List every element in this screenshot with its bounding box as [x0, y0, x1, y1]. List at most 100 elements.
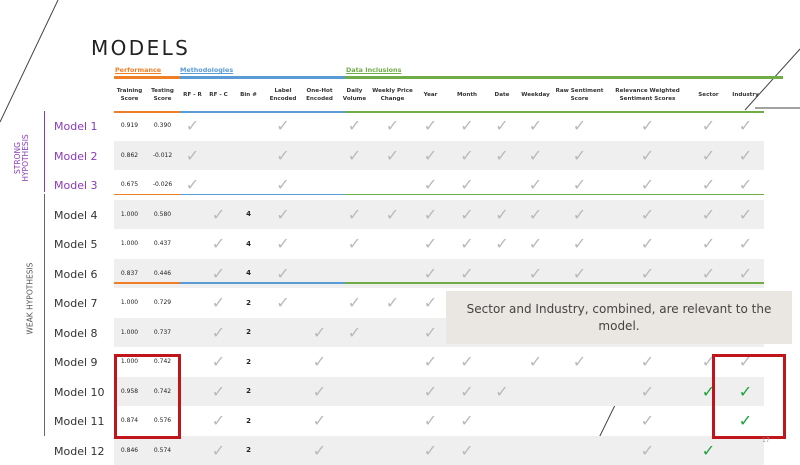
year-cell-check-icon: ✓ — [414, 318, 447, 348]
bin-cell: 2 — [232, 406, 265, 436]
one-hot-encoded-cell — [301, 259, 338, 289]
month-cell-check-icon: ✓ — [447, 229, 487, 259]
sector-cell-check-icon: ✓ — [690, 141, 727, 171]
daily-volume-cell-check-icon: ✓ — [338, 318, 371, 348]
bin-cell — [232, 170, 265, 200]
training-score-cell: 1.000 — [114, 229, 145, 259]
page-number: 17 — [762, 437, 770, 444]
raw-sentiment-cell — [554, 436, 605, 465]
rf-r-cell — [180, 200, 205, 230]
raw-sentiment-cell — [554, 377, 605, 407]
month-cell-check-icon: ✓ — [447, 406, 487, 436]
date-cell-check-icon: ✓ — [487, 200, 517, 230]
group-data-inclusions: Data Inclusions — [346, 66, 401, 74]
daily-volume-cell-check-icon: ✓ — [338, 288, 371, 318]
slide: MODELS Performance Methodologies Data In… — [0, 0, 800, 450]
model-label: Model 3 — [54, 179, 114, 192]
one-hot-encoded-cell-check-icon: ✓ — [301, 436, 338, 465]
slide-title: MODELS — [91, 36, 190, 60]
model-label: Model 12 — [54, 445, 114, 458]
one-hot-encoded-cell — [301, 200, 338, 230]
strong-hypothesis-text: STRONG HYPOTHESIS — [14, 128, 30, 188]
table-row: 0.8370.446✓4✓✓✓✓✓✓✓✓ — [114, 259, 764, 289]
daily-volume-cell-check-icon: ✓ — [338, 141, 371, 171]
column-header: Raw Sentiment Score — [554, 83, 605, 107]
year-cell-check-icon: ✓ — [414, 229, 447, 259]
label-encoded-cell-check-icon: ✓ — [265, 200, 301, 230]
label-encoded-cell-check-icon: ✓ — [265, 229, 301, 259]
rf-c-cell-check-icon: ✓ — [205, 229, 232, 259]
performance-divider — [114, 282, 180, 284]
daily-volume-cell — [338, 347, 371, 377]
bin-cell: 2 — [232, 347, 265, 377]
rf-r-cell — [180, 436, 205, 465]
weak-hypothesis-text: WEAK HYPOTHESIS — [26, 275, 35, 335]
column-header: RF - R — [180, 83, 205, 107]
column-header: Year — [414, 83, 447, 107]
raw-sentiment-cell-check-icon: ✓ — [554, 170, 605, 200]
rf-c-cell-check-icon: ✓ — [205, 318, 232, 348]
label-encoded-cell — [265, 406, 301, 436]
table-row: 0.8740.576✓2✓✓✓✓✓ — [114, 406, 764, 436]
weekly-price-change-cell — [371, 318, 414, 348]
year-cell-check-icon: ✓ — [414, 288, 447, 318]
label-encoded-cell — [265, 347, 301, 377]
daily-volume-cell — [338, 377, 371, 407]
rf-c-cell-check-icon: ✓ — [205, 436, 232, 465]
daily-volume-cell-check-icon: ✓ — [338, 111, 371, 141]
rf-c-cell — [205, 141, 232, 171]
column-header: Relevance Weighted Sentiment Scores — [605, 83, 690, 107]
date-cell — [487, 347, 517, 377]
daily-volume-cell — [338, 436, 371, 465]
data-inclusions-divider — [345, 194, 764, 196]
data-inclusions-divider — [345, 111, 764, 113]
rf-r-cell — [180, 229, 205, 259]
month-cell-check-icon: ✓ — [447, 111, 487, 141]
column-header: Bin # — [232, 83, 265, 107]
column-header: Industry — [727, 83, 764, 107]
testing-score-cell: -0.012 — [145, 141, 180, 171]
testing-score-cell: 0.574 — [145, 436, 180, 465]
bin-cell: 4 — [232, 229, 265, 259]
column-header: Date — [487, 83, 517, 107]
raw-sentiment-cell-check-icon: ✓ — [554, 200, 605, 230]
methodologies-divider — [180, 194, 345, 196]
testing-score-cell: 0.737 — [145, 318, 180, 348]
column-header: Testing Score — [145, 83, 180, 107]
weekly-price-change-cell — [371, 347, 414, 377]
testing-score-cell: -0.026 — [145, 170, 180, 200]
raw-sentiment-cell-check-icon: ✓ — [554, 347, 605, 377]
weekly-price-change-cell — [371, 377, 414, 407]
year-cell-check-icon: ✓ — [414, 377, 447, 407]
model-label: Model 9 — [54, 356, 114, 369]
industry-cell-check-icon: ✓ — [727, 111, 764, 141]
date-cell-check-icon: ✓ — [487, 377, 517, 407]
relevance-weighted-cell-check-icon: ✓ — [605, 111, 690, 141]
weekly-price-change-cell-check-icon: ✓ — [371, 200, 414, 230]
weekly-price-change-cell-check-icon: ✓ — [371, 288, 414, 318]
one-hot-encoded-cell-check-icon: ✓ — [301, 377, 338, 407]
rf-r-cell-check-icon: ✓ — [180, 141, 205, 171]
rf-r-cell — [180, 318, 205, 348]
label-encoded-cell-check-icon: ✓ — [265, 259, 301, 289]
year-cell-check-icon: ✓ — [414, 347, 447, 377]
bin-cell: 2 — [232, 318, 265, 348]
industry-cell-check-icon: ✓ — [727, 229, 764, 259]
one-hot-encoded-cell — [301, 141, 338, 171]
weekday-cell-check-icon: ✓ — [517, 259, 554, 289]
rf-c-cell-check-icon: ✓ — [205, 259, 232, 289]
raw-sentiment-cell-check-icon: ✓ — [554, 259, 605, 289]
training-score-cell: 0.837 — [114, 259, 145, 289]
testing-score-cell: 0.580 — [145, 200, 180, 230]
rf-r-cell — [180, 259, 205, 289]
testing-score-cell: 0.437 — [145, 229, 180, 259]
data-inclusions-divider — [345, 282, 764, 284]
relevance-weighted-cell-check-icon: ✓ — [605, 377, 690, 407]
rf-c-cell — [205, 170, 232, 200]
rf-c-cell — [205, 111, 232, 141]
sector-cell-check-icon: ✓ — [690, 111, 727, 141]
bin-cell: 2 — [232, 288, 265, 318]
testing-score-cell: 0.446 — [145, 259, 180, 289]
one-hot-encoded-cell-check-icon: ✓ — [301, 318, 338, 348]
date-cell — [487, 259, 517, 289]
